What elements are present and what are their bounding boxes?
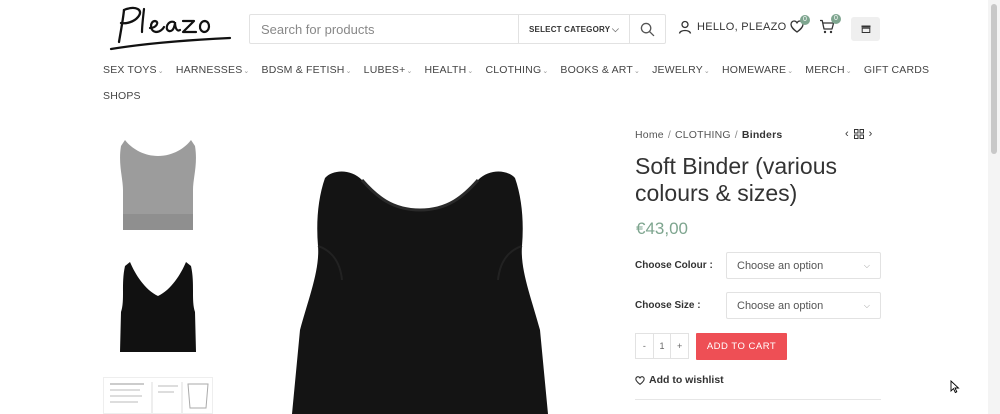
nav-item-label: HOMEWARE — [721, 64, 787, 76]
chevron-down-icon: ⌄ — [406, 68, 413, 75]
heart-icon — [635, 375, 645, 385]
nav-item-label: GIFT CARDS — [863, 64, 930, 76]
page-scrollbar[interactable] — [988, 0, 1000, 414]
chevron-down-icon: ⌄ — [703, 68, 710, 75]
chevron-down-icon: ⌄ — [542, 68, 549, 75]
mouse-cursor-icon — [950, 379, 960, 399]
scrollbar-thumb[interactable] — [991, 4, 997, 154]
product-thumbnail-black-back[interactable] — [103, 256, 213, 360]
site-logo[interactable] — [108, 2, 236, 54]
breadcrumb-home[interactable]: Home — [635, 129, 664, 141]
breadcrumb-current: Binders — [741, 129, 783, 141]
chevron-down-icon: ⌄ — [157, 68, 164, 75]
product-main-image[interactable] — [270, 150, 570, 414]
quantity-stepper: - 1 + — [635, 333, 689, 359]
nav-item-label: SHOPS — [103, 90, 141, 102]
account-link[interactable]: HELLO, PLEAZO — [678, 20, 787, 34]
nav-item-label: BOOKS & ART — [560, 64, 634, 76]
grid-icon[interactable] — [853, 129, 864, 139]
previous-product-icon[interactable]: ‹ — [845, 128, 849, 140]
colour-select-value: Choose an option — [737, 259, 824, 272]
breadcrumb-separator: / — [667, 129, 671, 141]
product-title: Soft Binder (various colours & sizes) — [635, 153, 837, 206]
main-nav: SEX TOYS⌄ HARNESSES⌄ BDSM & FETISH⌄ LUBES+⌄… — [103, 63, 929, 103]
quantity-input[interactable]: 1 — [652, 334, 672, 358]
chevron-down-icon: ⌵ — [611, 23, 619, 34]
category-select-label: SELECT CATEGORY — [529, 24, 611, 34]
size-select[interactable]: Choose an option ⌵ — [726, 292, 881, 319]
cart-count-badge: 0 — [831, 14, 841, 24]
nav-item-homeware[interactable]: HOMEWARE⌄ — [722, 64, 793, 76]
account-label: HELLO, PLEAZO — [697, 21, 787, 33]
search-button[interactable] — [629, 15, 665, 43]
chevron-down-icon: ⌄ — [845, 68, 852, 75]
product-thumbnail-size-chart[interactable] — [103, 377, 213, 414]
divider — [635, 399, 881, 400]
product-navigation: ‹ › — [845, 128, 872, 140]
quantity-decrease-button[interactable]: - — [636, 334, 653, 358]
wishlist-button[interactable]: 0 — [790, 15, 810, 38]
next-product-icon[interactable]: › — [869, 128, 873, 140]
nav-item-label: HEALTH — [424, 64, 467, 76]
nav-item-label: LUBES+ — [363, 64, 406, 76]
colour-label: Choose Colour : — [635, 260, 713, 271]
nav-item-label: HARNESSES — [175, 64, 243, 76]
nav-item-label: JEWELRY — [652, 64, 703, 76]
wishlist-count-badge: 0 — [800, 15, 810, 25]
colour-select[interactable]: Choose an option ⌵ — [726, 252, 881, 279]
nav-item-sex-toys[interactable]: SEX TOYS⌄ — [103, 64, 164, 76]
cart-button[interactable]: 0 — [819, 14, 841, 39]
search-input[interactable] — [250, 15, 518, 43]
nav-item-merch[interactable]: MERCH⌄ — [805, 64, 852, 76]
category-select[interactable]: SELECT CATEGORY ⌵ — [518, 15, 629, 43]
size-label: Choose Size : — [635, 300, 701, 311]
add-to-cart-button[interactable]: ADD TO CART — [696, 333, 787, 360]
add-to-wishlist-link[interactable]: Add to wishlist — [635, 374, 724, 386]
search-icon — [640, 22, 655, 36]
chevron-down-icon: ⌄ — [345, 68, 352, 75]
search-bar: SELECT CATEGORY ⌵ — [249, 14, 666, 44]
nav-item-shops[interactable]: SHOPS — [103, 90, 141, 102]
quantity-increase-button[interactable]: + — [671, 334, 688, 358]
chevron-down-icon: ⌄ — [787, 68, 794, 75]
user-icon — [678, 20, 692, 34]
nav-item-gift-cards[interactable]: GIFT CARDS — [864, 64, 929, 76]
nav-item-label: BDSM & FETISH — [261, 64, 345, 76]
nav-item-label: SEX TOYS — [103, 64, 157, 76]
nav-item-label: CLOTHING — [485, 64, 542, 76]
nav-item-bdsm-fetish[interactable]: BDSM & FETISH⌄ — [261, 64, 351, 76]
nav-item-jewelry[interactable]: JEWELRY⌄ — [652, 64, 710, 76]
chevron-down-icon: ⌵ — [863, 300, 870, 310]
product-thumbnail-grey[interactable] — [103, 134, 213, 238]
store-menu-button[interactable] — [851, 17, 880, 41]
product-price: €43,00 — [636, 219, 688, 238]
nav-item-lubes[interactable]: LUBES+⌄ — [364, 64, 413, 76]
store-icon — [861, 25, 870, 33]
size-select-value: Choose an option — [737, 299, 824, 312]
breadcrumb: Home / CLOTHING / Binders — [635, 129, 782, 141]
breadcrumb-clothing[interactable]: CLOTHING — [675, 129, 731, 141]
nav-item-harnesses[interactable]: HARNESSES⌄ — [176, 64, 250, 76]
nav-item-label: MERCH — [805, 64, 845, 76]
nav-item-books-art[interactable]: BOOKS & ART⌄ — [560, 64, 640, 76]
wishlist-label: Add to wishlist — [649, 374, 724, 386]
breadcrumb-separator: / — [734, 129, 738, 141]
chevron-down-icon: ⌄ — [467, 68, 474, 75]
nav-item-clothing[interactable]: CLOTHING⌄ — [485, 64, 548, 76]
chevron-down-icon: ⌄ — [634, 68, 641, 75]
chevron-down-icon: ⌵ — [863, 260, 870, 270]
chevron-down-icon: ⌄ — [243, 68, 250, 75]
nav-item-health[interactable]: HEALTH⌄ — [425, 64, 474, 76]
